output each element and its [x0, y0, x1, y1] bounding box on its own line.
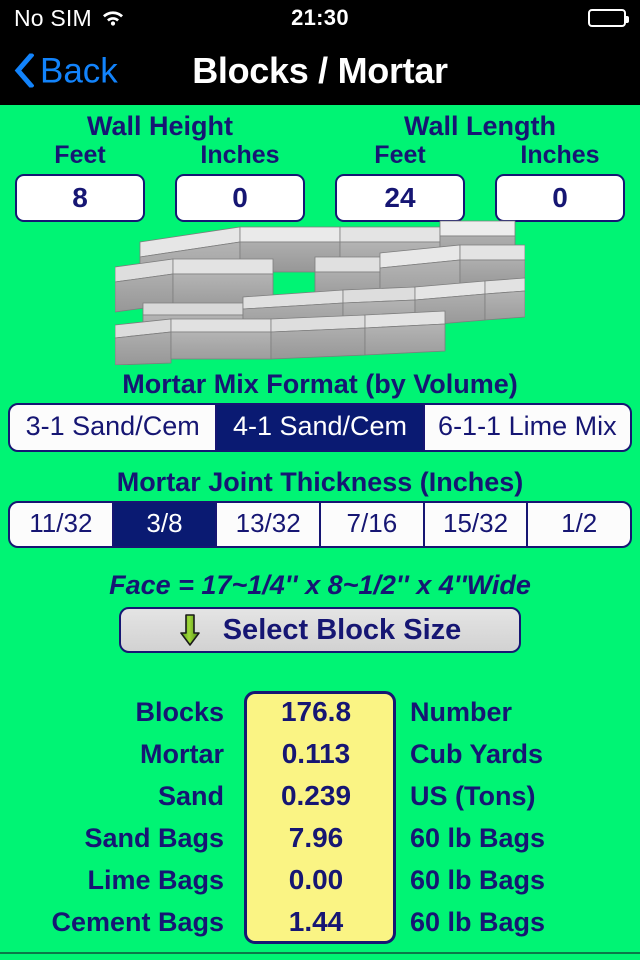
- result-label-mortar: Mortar: [139, 738, 224, 769]
- table-row: Mortar 0.113 Cub Yards: [0, 733, 640, 775]
- result-label-cement-bags: Cement Bags: [51, 906, 224, 937]
- result-value-cement-bags: 1.44: [288, 906, 344, 937]
- status-bar-right: [588, 9, 629, 27]
- results-section: Blocks 176.8 Number Mortar 0.113 Cub Yar…: [0, 691, 640, 951]
- table-row: Cement Bags 1.44 60 lb Bags: [0, 901, 640, 943]
- result-label-sand-bags: Sand Bags: [84, 822, 224, 853]
- down-arrow-icon: [179, 613, 201, 647]
- battery-full-icon: [588, 9, 629, 27]
- joint-thickness-heading: Mortar Joint Thickness (Inches): [116, 467, 524, 497]
- result-unit-sand: US (Tons): [410, 780, 536, 811]
- joint-thickness-option-5[interactable]: 1/2: [528, 503, 630, 547]
- joint-thickness-option-3[interactable]: 7/16: [321, 503, 425, 547]
- wall-length-feet-label: Feet: [374, 141, 426, 170]
- wall-height-feet-label: Feet: [54, 141, 106, 170]
- joint-thickness-option-1[interactable]: 3/8: [113, 503, 218, 547]
- result-value-sand-bags: 7.96: [288, 822, 344, 853]
- select-block-size-button[interactable]: Select Block Size: [119, 607, 521, 654]
- result-label-blocks: Blocks: [135, 696, 224, 727]
- result-label-sand: Sand: [157, 780, 224, 811]
- result-value-mortar: 0.113: [281, 738, 351, 769]
- mortar-mix-heading: Mortar Mix Format (by Volume): [122, 369, 518, 399]
- joint-thickness-section: Mortar Joint Thickness (Inches) 11/32 3/…: [0, 467, 640, 549]
- select-block-size-label: Select Block Size: [222, 613, 462, 646]
- table-row: Sand 0.239 US (Tons): [0, 775, 640, 817]
- mortar-mix-option-2[interactable]: 6-1-1 Lime Mix: [424, 405, 630, 451]
- dimension-sublabels: Feet Inches Feet Inches: [0, 141, 640, 170]
- result-label-lime-bags: Lime Bags: [87, 864, 224, 895]
- concrete-block-wall-illustration: [0, 215, 640, 365]
- main-content: Wall Height Wall Length Feet Inches Feet…: [0, 105, 640, 952]
- table-row: Lime Bags 0.00 60 lb Bags: [0, 859, 640, 901]
- table-row: Blocks 176.8 Number: [0, 691, 640, 733]
- table-row: Sand Bags 7.96 60 lb Bags: [0, 817, 640, 859]
- clock-label: 21:30: [291, 5, 349, 30]
- block-face-dimensions-label: Face = 17~1/4'' x 8~1/2'' x 4''Wide: [109, 570, 531, 600]
- bottom-divider: [0, 952, 640, 960]
- wall-length-title: Wall Length: [404, 111, 556, 141]
- mortar-mix-option-0[interactable]: 3-1 Sand/Cem: [10, 405, 218, 451]
- results-rows: Blocks 176.8 Number Mortar 0.113 Cub Yar…: [0, 691, 640, 943]
- dimension-titles: Wall Height Wall Length: [0, 111, 640, 141]
- joint-thickness-option-4[interactable]: 15/32: [424, 503, 529, 547]
- status-bar: No SIM 21:30: [0, 0, 640, 36]
- mortar-mix-section: Mortar Mix Format (by Volume) 3-1 Sand/C…: [0, 369, 640, 453]
- joint-thickness-segmented-control: 11/32 3/8 13/32 7/16 15/32 1/2: [8, 501, 632, 549]
- result-unit-lime-bags: 60 lb Bags: [410, 864, 546, 895]
- wall-height-title: Wall Height: [87, 111, 233, 141]
- joint-thickness-option-2[interactable]: 13/32: [217, 503, 322, 547]
- result-value-blocks: 176.8: [280, 696, 352, 727]
- result-unit-sand-bags: 60 lb Bags: [410, 822, 546, 853]
- mortar-mix-segmented-control: 3-1 Sand/Cem 4-1 Sand/Cem 6-1-1 Lime Mix: [8, 403, 632, 453]
- navigation-bar: Back Blocks / Mortar: [0, 36, 640, 105]
- page-title: Blocks / Mortar: [192, 49, 448, 91]
- wall-length-inches-label: Inches: [520, 141, 600, 170]
- result-unit-cement-bags: 60 lb Bags: [410, 906, 546, 937]
- wall-dimensions-section: Wall Height Wall Length Feet Inches Feet…: [0, 112, 640, 222]
- wall-height-inches-label: Inches: [200, 141, 280, 170]
- block-size-section: Face = 17~1/4'' x 8~1/2'' x 4''Wide Sele…: [0, 570, 640, 654]
- result-unit-blocks: Number: [410, 696, 513, 727]
- mortar-mix-option-1[interactable]: 4-1 Sand/Cem: [217, 405, 425, 451]
- result-unit-mortar: Cub Yards: [410, 738, 544, 769]
- result-value-lime-bags: 0.00: [288, 864, 344, 895]
- result-value-sand: 0.239: [280, 780, 352, 811]
- app-root: No SIM 21:30 Back Blocks / Mortar Wall H…: [0, 0, 640, 960]
- joint-thickness-option-0[interactable]: 11/32: [10, 503, 114, 547]
